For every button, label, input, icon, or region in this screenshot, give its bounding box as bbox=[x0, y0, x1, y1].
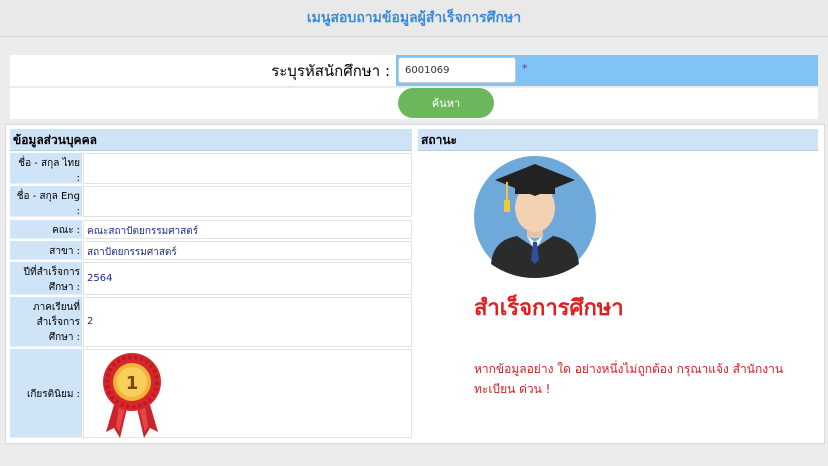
graduation-year-value: 2564 bbox=[83, 262, 412, 295]
row-graduation-year: ปีที่สำเร็จการศึกษา : 2564 bbox=[10, 262, 412, 295]
personal-info-panel: ข้อมูลส่วนบุคคล ชื่อ - สกุล ไทย : ชื่อ -… bbox=[10, 129, 412, 439]
status-heading: สถานะ bbox=[418, 129, 818, 151]
personal-info-heading: ข้อมูลส่วนบุคคล bbox=[10, 129, 412, 151]
row-major: สาขา : สถาปัตยกรรมศาสตร์ bbox=[10, 241, 412, 260]
name-eng-value bbox=[83, 186, 412, 217]
search-spacer-cell bbox=[10, 88, 396, 119]
row-graduation-semester: ภาคเรียนที่สำเร็จการศึกษา : 2 bbox=[10, 297, 412, 347]
required-mark: * bbox=[522, 62, 528, 75]
major-label: สาขา : bbox=[10, 241, 82, 260]
row-honors: เกียรตินิยม : 1 bbox=[10, 349, 412, 438]
student-id-input[interactable] bbox=[398, 57, 516, 83]
student-id-label-cell: ระบุรหัสนักศึกษา : bbox=[10, 55, 396, 86]
honor-medal-icon: 1 bbox=[103, 353, 161, 438]
row-name-thai: ชื่อ - สกุล ไทย : bbox=[10, 153, 412, 184]
student-id-input-cell: * bbox=[396, 55, 818, 86]
search-button-cell: ค้นหา bbox=[396, 88, 818, 119]
status-panel: สถานะ สำเร็จการศึกษา หากข้อมูลอย่าง ใด อ… bbox=[418, 129, 818, 439]
row-faculty: คณะ : คณะสถาปัตยกรรมศาสตร์ bbox=[10, 220, 412, 239]
status-result: สำเร็จการศึกษา bbox=[474, 296, 624, 321]
search-button[interactable]: ค้นหา bbox=[398, 88, 494, 118]
search-panel: ระบุรหัสนักศึกษา : * ค้นหา bbox=[10, 55, 818, 119]
honors-label: เกียรตินิยม : bbox=[10, 349, 82, 438]
faculty-label: คณะ : bbox=[10, 220, 82, 239]
name-eng-label: ชื่อ - สกุล Eng : bbox=[10, 186, 82, 217]
row-name-eng: ชื่อ - สกุล Eng : bbox=[10, 186, 412, 217]
svg-text:1: 1 bbox=[126, 373, 139, 394]
graduation-year-label: ปีที่สำเร็จการศึกษา : bbox=[10, 262, 82, 295]
status-note: หากข้อมูลอย่าง ใด อย่างหนึ่งไม่ถูกต้อง ก… bbox=[474, 362, 784, 396]
graduation-semester-value: 2 bbox=[83, 297, 412, 347]
faculty-value: คณะสถาปัตยกรรมศาสตร์ bbox=[83, 220, 412, 239]
page-title: เมนูสอบถามข้อมูลผู้สำเร็จการศึกษา bbox=[306, 10, 522, 26]
honors-value: 1 bbox=[83, 349, 412, 438]
result-frame: ข้อมูลส่วนบุคคล ชื่อ - สกุล ไทย : ชื่อ -… bbox=[5, 124, 825, 444]
major-value: สถาปัตยกรรมศาสตร์ bbox=[83, 241, 412, 260]
page-header: เมนูสอบถามข้อมูลผู้สำเร็จการศึกษา bbox=[0, 0, 828, 37]
graduation-semester-label: ภาคเรียนที่สำเร็จการศึกษา : bbox=[10, 297, 82, 347]
name-thai-value bbox=[83, 153, 412, 184]
name-thai-label: ชื่อ - สกุล ไทย : bbox=[10, 153, 82, 184]
graduate-avatar-icon bbox=[474, 156, 596, 278]
student-id-label: ระบุรหัสนักศึกษา : bbox=[271, 62, 390, 80]
